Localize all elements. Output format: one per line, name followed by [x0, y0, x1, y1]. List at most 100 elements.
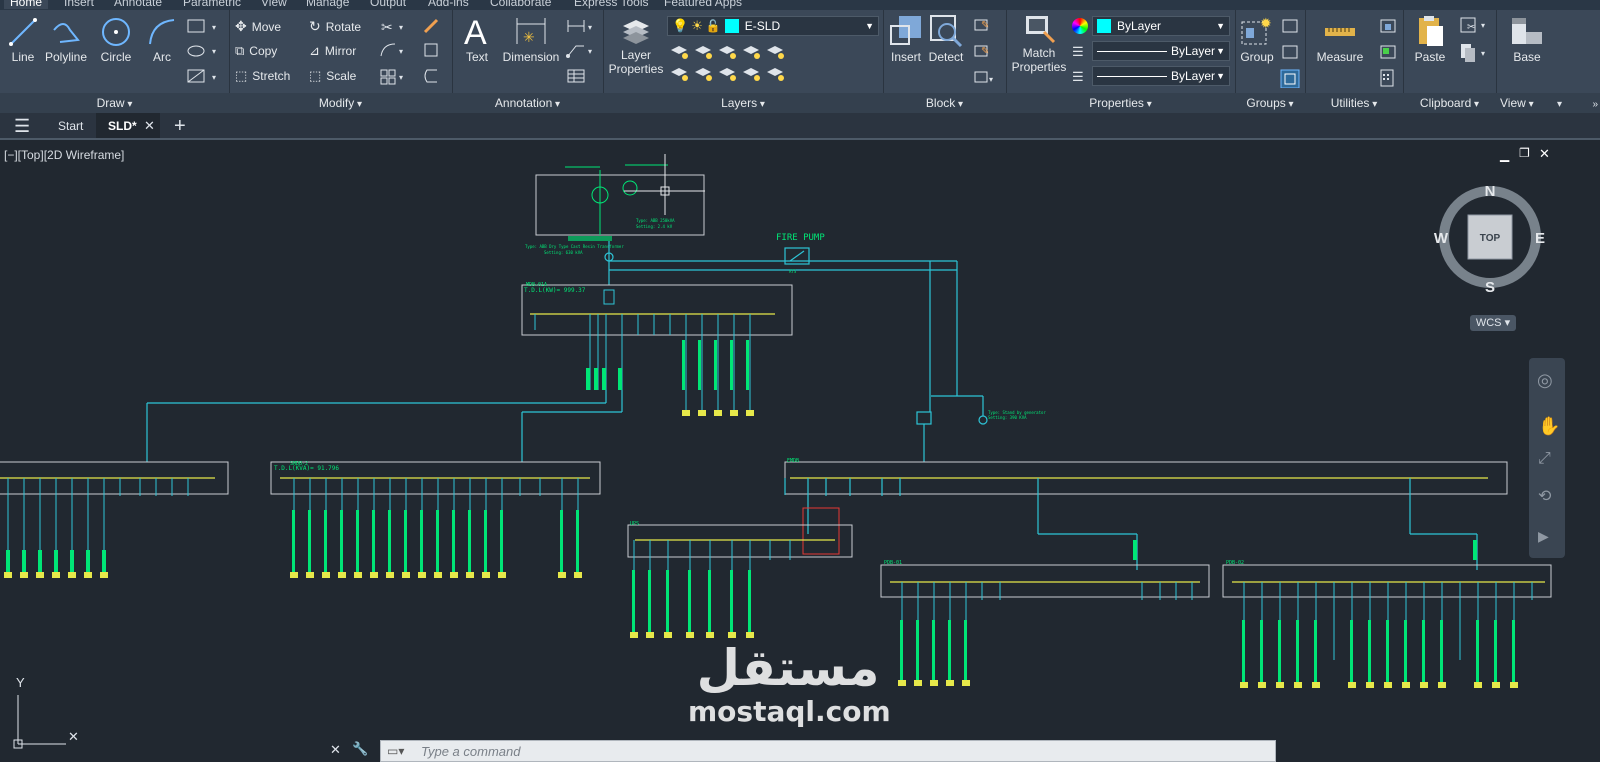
view-panel-title[interactable]: View [1496, 93, 1600, 113]
line-label: Line [11, 50, 35, 64]
block-small-tools-icon[interactable]: ✎ ✎ ▾ [971, 16, 1001, 88]
layer-properties-button[interactable]: Layer Properties [607, 14, 665, 76]
linetype-line-icon [1097, 50, 1167, 52]
menu-tab-parametric[interactable]: Parametric [183, 0, 241, 9]
command-line-input[interactable]: ▭▾ Type a command [380, 740, 1276, 762]
tab-start[interactable]: Start [58, 113, 83, 139]
command-customize-icon[interactable]: 🔧 [352, 741, 368, 757]
linetype-dropdown[interactable]: ByLayer ▼ [1092, 41, 1230, 61]
polyline-label: Polyline [44, 50, 88, 64]
modify-panel-title[interactable]: Modify [229, 93, 452, 113]
svg-text:▾: ▾ [1481, 21, 1485, 30]
utilities-panel-title[interactable]: Utilities [1305, 93, 1403, 113]
minimize-ribbon-icon[interactable]: ▾ [1557, 99, 1562, 110]
menu-tab-express-tools[interactable]: Express Tools [574, 0, 648, 9]
dimension-button[interactable]: ✳ Dimension [500, 14, 562, 64]
rotate-label: Rotate [325, 19, 362, 34]
layer-dropdown[interactable]: 💡 ☀ 🔓 E-SLD ▼ [667, 16, 879, 36]
viewcube-top-label[interactable]: TOP [1480, 233, 1501, 244]
menu-tab-insert[interactable]: Insert [64, 0, 94, 9]
ribbon: Line Polyline Circle Arc ▾ ▾ ▾ Draw ✥ Mov… [0, 10, 1600, 113]
circle-button[interactable]: Circle [96, 16, 136, 64]
paste-button[interactable]: Paste [1409, 14, 1451, 64]
arc-button[interactable]: Arc [144, 16, 180, 64]
tab-sld[interactable]: SLD* ✕ [96, 113, 160, 139]
ruler-icon [1325, 28, 1355, 36]
menu-tab-view[interactable]: View [261, 0, 287, 9]
svg-text:▾: ▾ [399, 73, 403, 82]
wcs-menu[interactable]: WCS ▾ [1470, 315, 1516, 331]
ups-label: UPS [630, 521, 639, 527]
layers-panel-title[interactable]: Layers [603, 93, 883, 113]
clipboard-small-tools-icon[interactable]: ✂ ▾ ▾ [1457, 16, 1493, 66]
ribbon-options-icon[interactable]: » [1592, 99, 1598, 110]
menu-tab-addins[interactable]: Add-ins [428, 0, 469, 9]
pan-hand-icon[interactable]: ✋ [1538, 416, 1560, 437]
zoom-extents-icon[interactable]: ⤢ [1538, 450, 1551, 468]
steering-wheel-icon[interactable]: ◎ [1537, 370, 1553, 391]
match-properties-icon [1026, 16, 1056, 44]
compass-west[interactable]: W [1434, 230, 1449, 247]
mirror-label: Mirror [324, 44, 357, 58]
scale-button[interactable]: ⬚ Scale [309, 68, 356, 84]
color-wheel-icon [1072, 18, 1088, 34]
layer-tools-icon[interactable] [669, 42, 839, 88]
rotate-button[interactable]: ↻ Rotate [309, 18, 361, 35]
groups-panel-title[interactable]: Groups [1235, 93, 1305, 113]
circle-label: Circle [100, 50, 132, 64]
compass-north[interactable]: N [1485, 183, 1496, 200]
block-panel-title[interactable]: Block [883, 93, 1006, 113]
lineweight-dropdown[interactable]: ByLayer ▼ [1092, 66, 1230, 86]
color-dropdown[interactable]: ByLayer ▼ [1092, 16, 1230, 36]
menu-bar: Home Insert Annotate Parametric View Man… [0, 0, 1600, 10]
groups-small-tools-icon[interactable] [1279, 16, 1303, 88]
annotation-small-tools-icon[interactable]: ▾ ▾ [566, 16, 598, 88]
draw-small-tools-icon[interactable]: ▾ ▾ ▾ [186, 18, 222, 88]
hamburger-menu-icon[interactable]: ☰ [14, 113, 30, 139]
group-button[interactable]: ✹ Group [1237, 14, 1277, 64]
stretch-button[interactable]: ⬚ Stretch [235, 68, 290, 84]
copy-button[interactable]: ⧉ Copy [235, 43, 277, 59]
command-close-icon[interactable]: ✕ [330, 742, 341, 758]
menu-tab-output[interactable]: Output [370, 0, 406, 9]
measure-button[interactable]: Measure [1311, 14, 1369, 64]
line-button[interactable]: Line [6, 16, 40, 64]
command-history-icon[interactable]: ▭▾ [387, 744, 404, 758]
ucs-y-label: Y [16, 675, 25, 690]
menu-tab-home[interactable]: Home [4, 0, 49, 9]
move-button[interactable]: ✥ Move [235, 18, 281, 35]
mirror-button[interactable]: ⊿ Mirror [309, 43, 356, 59]
base-button[interactable]: Base [1502, 14, 1552, 64]
detect-button[interactable]: Detect [927, 14, 965, 64]
modify-small-tools-icon[interactable]: ✂ ▾ ▾ ▾ [379, 16, 445, 88]
menu-tab-collaborate[interactable]: Collaborate [490, 0, 551, 9]
compass-south[interactable]: S [1485, 279, 1495, 296]
match-properties-button[interactable]: Match Properties [1008, 14, 1070, 74]
utilities-small-tools-icon[interactable] [1377, 16, 1401, 88]
polyline-button[interactable]: Polyline [44, 16, 88, 64]
insert-label: Insert [890, 50, 921, 64]
watermark-latin: mostaql.com [688, 695, 891, 728]
menu-tab-manage[interactable]: Manage [306, 0, 349, 9]
menu-tab-annotate[interactable]: Annotate [114, 0, 162, 9]
clipboard-panel-title[interactable]: Clipboard [1403, 93, 1496, 113]
annotation-panel-title[interactable]: Annotation [452, 93, 603, 113]
insert-button[interactable]: Insert [887, 14, 925, 64]
draw-panel-title[interactable]: Draw [0, 93, 229, 113]
compass-east[interactable]: E [1535, 230, 1545, 247]
svg-text:▾: ▾ [588, 47, 592, 56]
svg-text:▾: ▾ [989, 75, 993, 84]
menu-tab-featured-apps[interactable]: Featured Apps [664, 0, 742, 9]
polyline-icon [53, 23, 80, 43]
properties-panel-title[interactable]: Properties [1006, 93, 1235, 113]
new-tab-icon[interactable]: + [174, 113, 186, 139]
orbit-icon[interactable]: ⟲ [1538, 486, 1551, 506]
draw-panel: Line Polyline Circle Arc ▾ ▾ ▾ Draw [0, 10, 230, 113]
layer-properties-label-2: Properties [608, 62, 664, 76]
block-panel: Insert Detect ✎ ✎ ▾ Block [883, 10, 1007, 113]
showmotion-icon[interactable]: ▶ [1538, 528, 1549, 545]
text-button[interactable]: A Text [460, 14, 494, 64]
close-tab-icon[interactable]: ✕ [144, 113, 155, 139]
svg-text:✂: ✂ [381, 19, 393, 35]
copy-icon: ⧉ [235, 43, 245, 58]
